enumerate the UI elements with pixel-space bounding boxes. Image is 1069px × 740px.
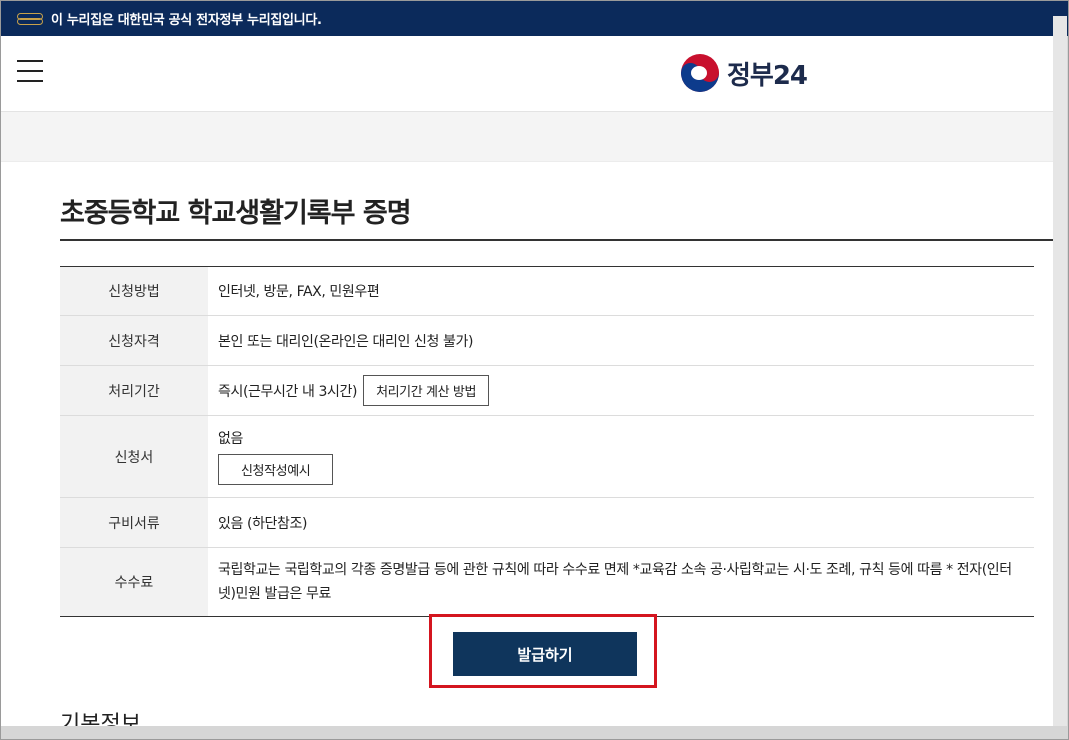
scrollbar[interactable] <box>1053 16 1067 726</box>
row-value-method: 인터넷, 방문, FAX, 민원우편 <box>208 266 1034 316</box>
row-label-documents: 구비서류 <box>60 497 208 548</box>
site-header: 정부24 <box>1 36 1053 112</box>
row-value-fee: 국립학교는 국립학교의 각종 증명발급 등에 관한 규칙에 따라 수수료 면제 … <box>218 562 1012 602</box>
banner-text: 이 누리집은 대한민국 공식 전자정부 누리집입니다. <box>51 13 322 28</box>
title-divider <box>60 239 1053 241</box>
row-value-documents: 있음 (하단참조) <box>208 497 1034 548</box>
hamburger-menu-icon[interactable] <box>17 60 43 84</box>
table-row: 신청서 없음 신청작성예시 <box>60 415 1034 498</box>
logo-text: 정부24 <box>727 60 808 91</box>
row-label-form: 신청서 <box>60 415 208 498</box>
row-value-eligibility: 본인 또는 대리인(온라인은 대리인 신청 불가) <box>208 315 1034 366</box>
sub-navigation-bar <box>1 112 1053 162</box>
table-row: 신청방법 인터넷, 방문, FAX, 민원우편 <box>60 266 1034 316</box>
official-site-banner: 이 누리집은 대한민국 공식 전자정부 누리집입니다. <box>1 1 1068 36</box>
table-row: 수수료 국립학교는 국립학교의 각종 증명발급 등에 관한 규칙에 따라 수수료… <box>60 547 1034 617</box>
service-info-table: 신청방법 인터넷, 방문, FAX, 민원우편 신청자격 본인 또는 대리인(온… <box>60 266 1034 617</box>
table-row: 처리기간 즉시(근무시간 내 3시간) 처리기간 계산 방법 <box>60 365 1034 416</box>
row-cell-period: 즉시(근무시간 내 3시간) 처리기간 계산 방법 <box>208 365 1034 416</box>
government-mark-icon <box>17 12 43 25</box>
page-content: 정부24 초중등학교 학교생활기록부 증명 신청방법 인터넷, 방문, FAX,… <box>1 36 1053 726</box>
table-row: 구비서류 있음 (하단참조) <box>60 497 1034 548</box>
period-calc-button[interactable]: 처리기간 계산 방법 <box>363 375 490 406</box>
taegeuk-logo-icon <box>681 54 719 92</box>
row-label-fee: 수수료 <box>60 547 208 617</box>
row-value-period: 즉시(근무시간 내 3시간) <box>218 384 358 400</box>
gov24-logo[interactable]: 정부24 <box>681 54 808 92</box>
row-cell-form: 없음 신청작성예시 <box>208 415 1034 498</box>
row-label-eligibility: 신청자격 <box>60 315 208 366</box>
form-example-button[interactable]: 신청작성예시 <box>218 454 334 485</box>
table-row: 신청자격 본인 또는 대리인(온라인은 대리인 신청 불가) <box>60 315 1034 366</box>
issue-button[interactable]: 발급하기 <box>453 632 637 676</box>
row-label-method: 신청방법 <box>60 266 208 316</box>
row-value-form: 없음 <box>218 431 243 447</box>
basic-info-heading: 기본정보 <box>60 712 141 726</box>
row-label-period: 처리기간 <box>60 365 208 416</box>
page-title: 초중등학교 학교생활기록부 증명 <box>60 198 412 229</box>
